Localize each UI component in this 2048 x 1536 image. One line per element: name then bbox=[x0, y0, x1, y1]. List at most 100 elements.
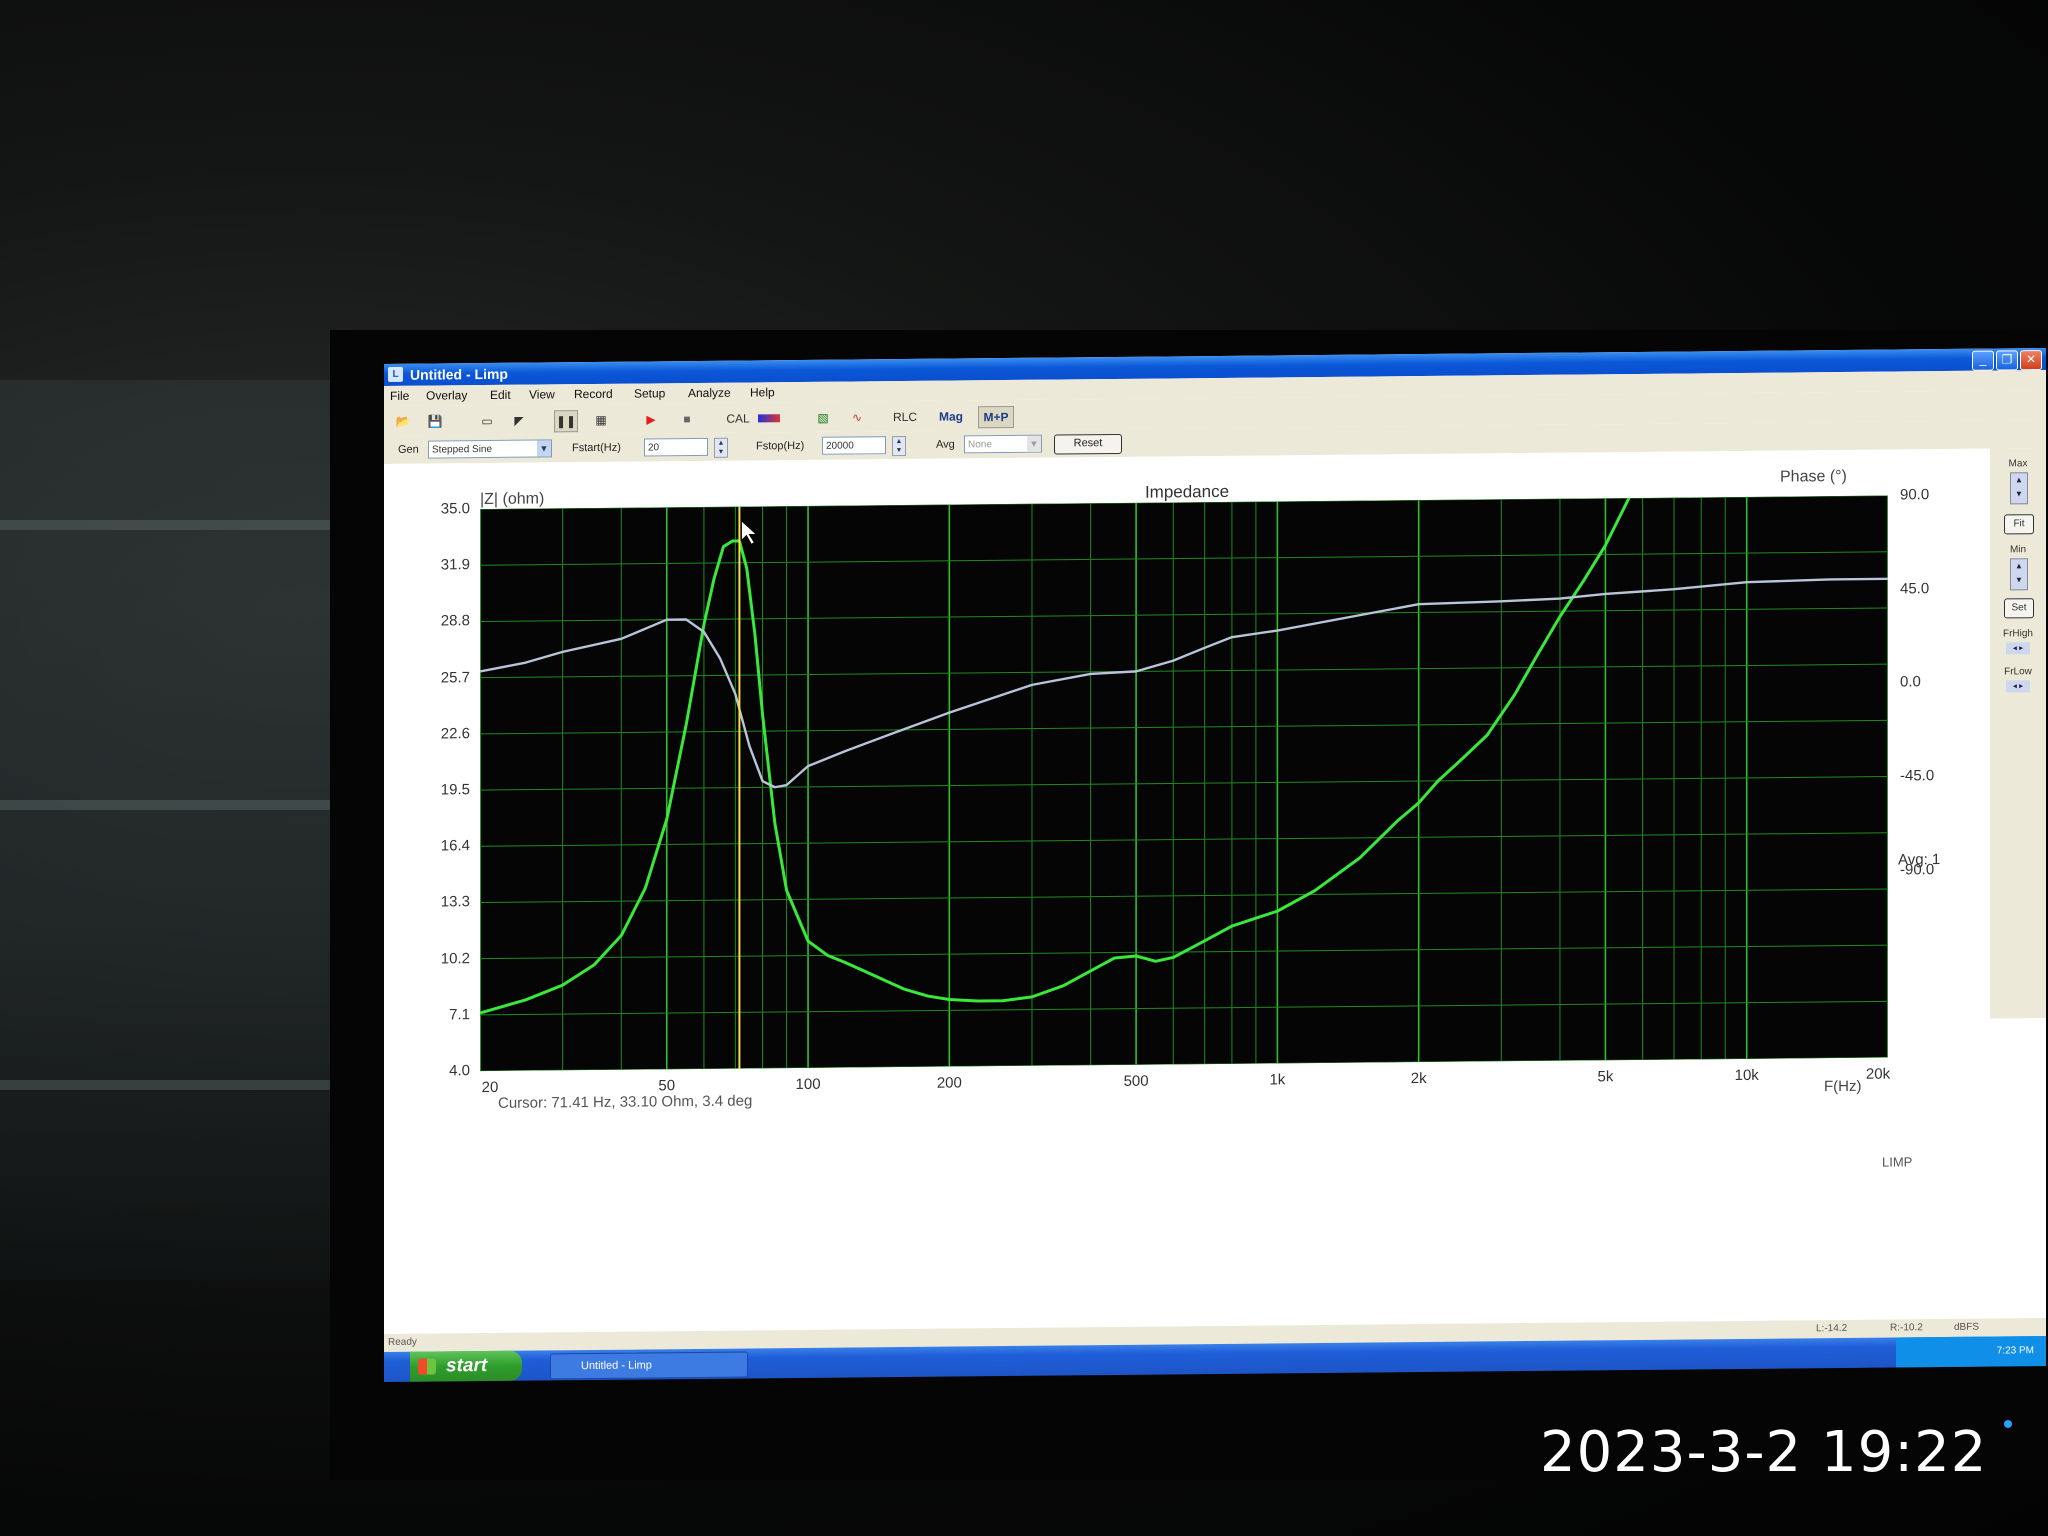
taskbar-item-limp[interactable]: Untitled - Limp bbox=[550, 1351, 748, 1380]
minimize-button[interactable]: _ bbox=[1972, 350, 1994, 371]
menu-view[interactable]: View bbox=[529, 387, 555, 401]
system-tray: 7:23 PM bbox=[1896, 1336, 2046, 1368]
start-button[interactable]: start bbox=[410, 1350, 522, 1382]
gen-select[interactable]: Stepped Sine ▼ bbox=[428, 439, 552, 459]
x-tick-label: 100 bbox=[795, 1075, 821, 1094]
y-left-tick-label: 22.6 bbox=[440, 724, 470, 743]
y-left-tick-label: 16.4 bbox=[440, 837, 470, 855]
shelf-line bbox=[0, 800, 330, 810]
status-left-level: L:-14.2 bbox=[1816, 1322, 1848, 1335]
calibration-color-icon[interactable] bbox=[758, 408, 780, 428]
y-right-tick-label: 90.0 bbox=[1900, 486, 1930, 504]
status-unit: dBFS bbox=[1954, 1321, 1980, 1333]
x-tick-label: 50 bbox=[658, 1077, 676, 1095]
overlay-lines-icon[interactable]: ▧ bbox=[812, 408, 834, 428]
photo-timestamp: 2023-3-2 19:22 bbox=[1540, 1420, 1988, 1485]
y-right-tick-label: -45.0 bbox=[1900, 767, 1935, 785]
y-left-tick-label: 4.0 bbox=[449, 1062, 470, 1080]
record-play-icon[interactable]: ▶ bbox=[640, 409, 662, 429]
limp-vertical-label: LIMP bbox=[1882, 1154, 1913, 1170]
window-title: Untitled - Limp bbox=[410, 365, 508, 383]
menu-help[interactable]: Help bbox=[750, 385, 775, 399]
tray-clock: 7:23 PM bbox=[1996, 1345, 2034, 1357]
waveform-icon[interactable]: ∿ bbox=[846, 407, 868, 427]
status-right-level: R:-10.2 bbox=[1890, 1322, 1923, 1334]
x-tick-label: 2k bbox=[1410, 1069, 1427, 1088]
taskbar-item-label: Untitled - Limp bbox=[581, 1359, 652, 1373]
set-button[interactable]: Set bbox=[2004, 598, 2034, 619]
avg-indicator: Avg: 1 bbox=[1898, 851, 1941, 869]
x-tick-label: 20 bbox=[481, 1078, 499, 1097]
pause-icon[interactable]: ❚❚ bbox=[554, 410, 578, 433]
menu-analyze[interactable]: Analyze bbox=[688, 386, 731, 400]
fstop-spinner[interactable]: ▲ ▼ bbox=[892, 435, 906, 457]
min-spinner[interactable]: ▲ ▼ bbox=[2010, 558, 2028, 591]
menu-file[interactable]: File bbox=[390, 389, 409, 403]
status-ready: Ready bbox=[388, 1336, 417, 1348]
monitor-screen: L Untitled - Limp _ ❐ ✕ File Overlay Edi… bbox=[384, 348, 2046, 1382]
y-left-tick-label: 31.9 bbox=[440, 556, 470, 574]
save-icon[interactable]: 💾 bbox=[424, 411, 446, 431]
scale-panel: Max ▲ ▼ Fit Min ▲ ▼ Set FrHigh ◂ ▸ FrLow ◂… bbox=[1990, 448, 2046, 1019]
mag-phase-button[interactable]: M+P bbox=[978, 405, 1014, 429]
avg-select[interactable]: None ▼ bbox=[964, 434, 1042, 454]
y-right-axis-label: Phase (°) bbox=[1780, 467, 1847, 486]
menu-edit[interactable]: Edit bbox=[490, 388, 511, 402]
y-left-tick-label: 19.5 bbox=[440, 781, 470, 799]
fit-button[interactable]: Fit bbox=[2004, 514, 2034, 535]
flag-icon[interactable]: ◤ bbox=[508, 411, 530, 431]
app-icon: L bbox=[388, 366, 403, 382]
y-right-tick-label: 45.0 bbox=[1900, 579, 1930, 598]
y-left-tick-label: 7.1 bbox=[449, 1005, 470, 1024]
fstart-label: Fstart(Hz) bbox=[572, 441, 621, 455]
y-left-tick-label: 13.3 bbox=[440, 893, 470, 911]
fstart-input[interactable]: 20 bbox=[644, 437, 708, 457]
frlow-arrows[interactable]: ◂ ▸ bbox=[2006, 680, 2030, 693]
y-left-tick-label: 25.7 bbox=[440, 668, 470, 687]
frhigh-label: FrHigh bbox=[2002, 628, 2033, 640]
copy-icon[interactable]: ▭ bbox=[476, 411, 498, 431]
frlow-label: FrLow bbox=[2004, 666, 2032, 678]
menu-setup[interactable]: Setup bbox=[634, 386, 665, 400]
grid-icon[interactable]: ▦ bbox=[590, 410, 612, 430]
gen-label: Gen bbox=[398, 443, 419, 456]
y-right-tick-label: 0.0 bbox=[1900, 673, 1921, 691]
min-label: Min bbox=[2009, 544, 2027, 556]
menu-overlay[interactable]: Overlay bbox=[426, 388, 467, 402]
impedance-chart[interactable] bbox=[480, 495, 1888, 1072]
x-tick-label: 200 bbox=[936, 1074, 962, 1092]
frhigh-arrows[interactable]: ◂ ▸ bbox=[2006, 642, 2030, 655]
fstop-input[interactable]: 20000 bbox=[822, 436, 886, 455]
fstop-label: Fstop(Hz) bbox=[756, 439, 805, 453]
gen-select-value: Stepped Sine bbox=[432, 443, 493, 456]
cursor-readout: Cursor: 71.41 Hz, 33.10 Ohm, 3.4 deg bbox=[498, 1092, 753, 1112]
x-tick-label: 5k bbox=[1597, 1068, 1614, 1086]
x-tick-label: 10k bbox=[1734, 1066, 1759, 1085]
close-button[interactable]: ✕ bbox=[2020, 350, 2042, 371]
rlc-button[interactable]: RLC bbox=[890, 407, 920, 427]
fstart-spinner[interactable]: ▲ ▼ bbox=[714, 437, 728, 458]
y-left-tick-label: 10.2 bbox=[440, 949, 470, 968]
cal-button[interactable]: CAL bbox=[724, 408, 752, 428]
y-left-tick-label: 28.8 bbox=[440, 612, 470, 630]
start-label: start bbox=[446, 1355, 488, 1377]
background-shelf-area bbox=[0, 380, 340, 1280]
camera-indicator-dot bbox=[2004, 1420, 2012, 1428]
avg-select-value: None bbox=[968, 439, 992, 451]
mag-button[interactable]: Mag bbox=[936, 406, 966, 426]
open-folder-icon[interactable]: 📂 bbox=[392, 412, 414, 432]
stop-icon[interactable]: ■ bbox=[676, 409, 698, 429]
shelf-line bbox=[0, 520, 330, 530]
max-spinner[interactable]: ▲ ▼ bbox=[2010, 472, 2028, 505]
avg-label: Avg bbox=[936, 438, 955, 451]
menu-record[interactable]: Record bbox=[574, 387, 613, 401]
impedance-plot-panel: Impedance |Z| (ohm) Phase (°) 35.0 31.9 28… bbox=[384, 448, 1990, 1170]
max-label: Max bbox=[2008, 458, 2028, 470]
maximize-button[interactable]: ❐ bbox=[1996, 350, 2018, 371]
chevron-down-icon: ▼ bbox=[1027, 435, 1041, 452]
shelf-line bbox=[0, 1080, 330, 1090]
windows-logo-icon bbox=[418, 1358, 436, 1375]
reset-button[interactable]: Reset bbox=[1054, 433, 1122, 455]
y-left-tick-label: 35.0 bbox=[440, 500, 470, 518]
chevron-down-icon: ▼ bbox=[537, 440, 551, 457]
